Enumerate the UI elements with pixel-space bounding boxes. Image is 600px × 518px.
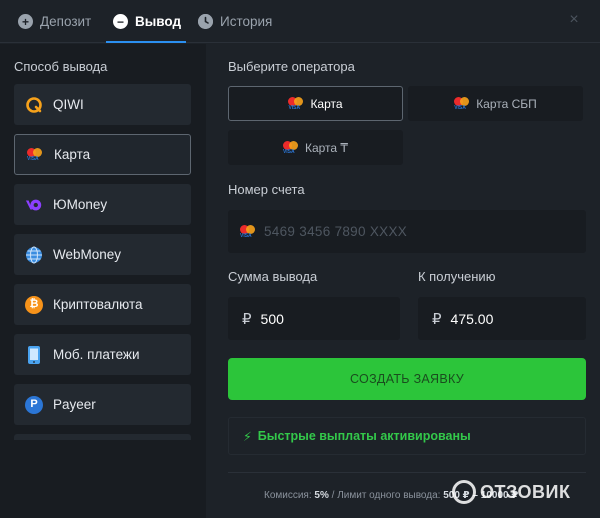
tab-withdraw-label: Вывод [135,14,182,29]
commission-label: Комиссия: [264,490,312,501]
withdraw-amount-input[interactable]: ₽ 500 [228,297,400,340]
footer-separator: / [331,490,335,501]
operator-label: Карта ₸ [304,140,349,155]
amount-label: Сумма вывода [228,269,318,284]
tab-deposit[interactable]: + Депозит [18,0,91,43]
payeer-icon: P [25,395,43,414]
qiwi-icon [25,96,43,114]
method-yoomoney[interactable]: ЮMoney [14,184,191,225]
operator-card-kzt[interactable]: VISA Карта ₸ [228,130,403,165]
operator-card-sbp[interactable]: VISA Карта СБП [408,86,583,121]
method-card[interactable]: VISA Карта [14,134,191,175]
receive-amount-value: 475.00 [450,310,494,327]
tab-history-label: История [220,14,273,29]
operator-label: Карта СБП [476,96,537,111]
method-payeer[interactable]: P Payeer [14,384,191,425]
commission-value: 5% [314,490,329,501]
clock-icon [198,14,213,29]
plus-circle-icon: + [18,14,33,29]
method-label: QIWI [53,97,84,112]
card-icon: VISA [282,140,299,155]
yoomoney-icon [25,196,43,214]
account-number-input[interactable]: VISA 5469 3456 7890 XXXX [228,210,586,253]
method-label: Криптовалюта [53,297,143,312]
card-icon: VISA [240,224,256,239]
operator-label: Карта [310,96,343,111]
receive-label: К получению [418,269,496,284]
divider [228,472,586,473]
card-icon: VISA [454,96,470,111]
tab-bar: + Депозит − Вывод История × [0,0,600,43]
withdraw-method-title: Способ вывода [14,59,108,74]
active-tab-indicator [106,41,186,43]
watermark-text: ОТЗОВИК [480,481,571,502]
method-mobile[interactable]: Моб. платежи [14,334,191,375]
watermark-logo: ОТЗОВИК [452,478,570,506]
webmoney-icon [25,246,43,264]
bitcoin-icon: ₿ [25,295,43,314]
fast-payouts-text: Быстрые выплаты активированы [257,429,471,443]
minus-circle-icon: − [113,14,128,29]
ruble-icon: ₽ [432,310,442,328]
receive-amount-field: ₽ 475.00 [418,297,586,340]
fast-payouts-banner: ⚡ Быстрые выплаты активированы [228,417,586,455]
operator-title: Выберите оператора [228,59,355,74]
account-label: Номер счета [228,182,305,197]
method-label: ЮMoney [53,197,108,212]
operator-card[interactable]: VISA Карта [228,86,403,121]
method-qiwi[interactable]: QIWI [14,84,191,125]
close-icon[interactable]: × [566,10,582,30]
method-label: Моб. платежи [53,347,140,362]
method-label: Карта [54,147,91,162]
withdraw-method-list[interactable]: QIWI VISA Карта ЮMoney WebMoney ₿ Крипто… [14,84,191,440]
method-more[interactable] [14,434,191,440]
limit-label: Лимит одного вывода: [337,490,441,501]
lightning-icon: ⚡ [243,429,252,444]
create-request-button[interactable]: СОЗДАТЬ ЗАЯВКУ [228,358,586,400]
withdraw-amount-value: 500 [260,310,284,327]
method-label: Payeer [53,397,96,412]
tab-history[interactable]: История [198,0,272,43]
tab-deposit-label: Депозит [40,14,92,29]
method-crypto[interactable]: ₿ Криптовалюта [14,284,191,325]
tab-withdraw[interactable]: − Вывод [113,0,181,43]
watermark-circle-icon [452,480,476,504]
method-webmoney[interactable]: WebMoney [14,234,191,275]
ruble-icon: ₽ [242,310,252,328]
method-label: WebMoney [53,247,122,262]
phone-icon [25,345,43,364]
account-number-placeholder: 5469 3456 7890 XXXX [264,224,408,239]
card-icon: VISA [288,96,304,111]
card-icon: VISA [26,146,44,164]
